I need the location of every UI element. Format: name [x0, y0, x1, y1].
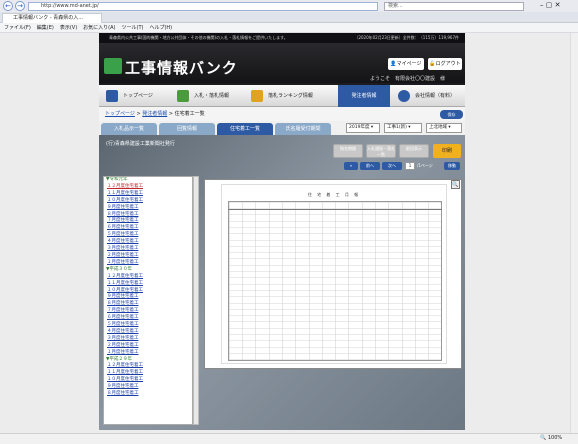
- menu-items: ファイル(F) 編集(E) 表示(V) お気に入り(A) ツール(T) ヘルプ(…: [0, 23, 172, 33]
- month-link[interactable]: １月度住宅着工: [104, 260, 192, 267]
- bid-list-button[interactable]: 入札通過・落札一覧: [366, 144, 396, 158]
- designation-button[interactable]: 指名期間: [333, 144, 363, 158]
- report-table: [228, 201, 442, 361]
- magnifier-icon[interactable]: 🔍: [451, 180, 460, 189]
- month-link[interactable]: ９月度住宅着工: [104, 205, 192, 212]
- building-icon: [398, 90, 410, 102]
- month-link[interactable]: ８月度住宅着工: [104, 391, 192, 398]
- prev-button[interactable]: 前へ: [360, 162, 380, 170]
- month-link[interactable]: ６月度住宅着工: [104, 315, 192, 322]
- nav-top[interactable]: トップページ: [101, 85, 153, 107]
- menu-view[interactable]: 表示(V): [60, 23, 77, 33]
- tab-registration[interactable]: 氏名履受付期間: [275, 123, 331, 135]
- nav-ranking[interactable]: 落札ランキング情報: [246, 85, 313, 107]
- logout-button[interactable]: 🔓ログアウト: [428, 58, 462, 70]
- welcome-text: ようこそ 有限会社〇〇建設 様: [370, 76, 446, 82]
- month-link[interactable]: ３月度住宅着工: [104, 246, 192, 253]
- zoom-icon: 🔍: [540, 435, 547, 441]
- month-link[interactable]: １１月度住宅着工: [104, 191, 192, 198]
- month-link[interactable]: １１月度住宅着工: [104, 281, 192, 288]
- month-link[interactable]: １２月度住宅着工: [104, 184, 192, 191]
- menu-help[interactable]: ヘルプ(H): [149, 23, 172, 33]
- save-button[interactable]: 保存: [440, 110, 463, 119]
- print-button[interactable]: 印刷: [433, 144, 461, 158]
- list-year-header: ▼平成３０年: [106, 266, 132, 272]
- document-title: 住 宅 着 工 月 報: [307, 192, 361, 197]
- breadcrumb-home[interactable]: トップページ: [105, 111, 135, 117]
- status-bar: [0, 433, 578, 444]
- chevron-left-icon: «: [349, 163, 353, 168]
- page-input[interactable]: 1: [405, 162, 415, 170]
- back-icon[interactable]: ←: [3, 1, 13, 11]
- tab-circulation[interactable]: 回覧情報: [159, 123, 215, 135]
- menu-tools[interactable]: ツール(T): [122, 23, 144, 33]
- year-select[interactable]: 2019年度 ▾: [346, 123, 380, 133]
- page-scrollbar[interactable]: [570, 33, 578, 433]
- document-icon: [177, 90, 189, 102]
- tab-bid-list[interactable]: 入札品示一覧: [101, 123, 157, 135]
- nav-company[interactable]: 会社情報（有料）: [393, 85, 455, 107]
- month-link[interactable]: ５月度住宅着工: [104, 322, 192, 329]
- nav-orderer[interactable]: 発注者情報: [338, 85, 390, 107]
- zoom-level[interactable]: 🔍 100%: [540, 434, 562, 443]
- window-controls[interactable]: – ▢ ✕: [540, 1, 560, 9]
- menu-favorites[interactable]: お気に入り(A): [83, 23, 115, 33]
- breadcrumb-section[interactable]: 発注者情報: [142, 111, 167, 117]
- month-link[interactable]: ２月度住宅着工: [104, 343, 192, 350]
- month-link[interactable]: １２月度住宅着工: [104, 274, 192, 281]
- tab-housing[interactable]: 住宅着工一覧: [217, 123, 273, 135]
- list-scrollbar[interactable]: [193, 176, 199, 425]
- list-year-header: ▼令和元年: [106, 177, 128, 182]
- menu-edit[interactable]: 編集(E): [37, 23, 54, 33]
- prev-page-button[interactable]: «: [344, 162, 358, 170]
- month-link[interactable]: ４月度住宅着工: [104, 329, 192, 336]
- category-select[interactable]: 工事1(新) ▾: [384, 123, 422, 133]
- breadcrumb-current: 住宅着工一覧: [174, 111, 205, 117]
- month-list: ▼令和元年 １２月度住宅着工 １１月度住宅着工 １０月度住宅着工 ９月度住宅着工 ８月度住…: [103, 176, 193, 425]
- next-button[interactable]: 次へ: [382, 162, 402, 170]
- home-icon: [106, 90, 118, 102]
- region-select[interactable]: 上北地域 ▾: [426, 123, 462, 133]
- mypage-button[interactable]: 👤マイページ: [388, 58, 424, 70]
- report-table-header: [228, 201, 442, 210]
- tagline-text: 青森県内公共工事(国的機関・地方公共団体・その他の機関)の入札・落札情報をご提供…: [109, 35, 288, 40]
- browser-tab[interactable]: 工事情報バンク - 青森県の入...: [2, 13, 102, 23]
- menu-file[interactable]: ファイル(F): [4, 23, 31, 33]
- month-link[interactable]: ２月度住宅着工: [104, 253, 192, 260]
- bar-chart-icon: [251, 90, 263, 102]
- breadcrumb: トップページ > 発注者情報 > 住宅着工一覧: [99, 107, 465, 121]
- forward-icon[interactable]: →: [15, 1, 25, 11]
- go-button[interactable]: 移動: [444, 162, 460, 170]
- publisher-label: (行)青森県建設工業新聞社発行: [106, 141, 175, 147]
- nav-bids[interactable]: 入札・落札情報: [172, 85, 229, 107]
- month-link[interactable]: １０月度住宅着工: [104, 198, 192, 205]
- site-tagline: 青森県内公共工事(国的機関・地方公共団体・その他の機関)の入札・落札情報をご提供…: [99, 33, 465, 43]
- address-bar[interactable]: http://www.md-anet.jp/: [28, 2, 378, 11]
- month-link[interactable]: ３月度住宅着工: [104, 336, 192, 343]
- browser-search-input[interactable]: 検索...: [384, 2, 524, 11]
- site-logo[interactable]: 工事情報バンク: [125, 57, 238, 78]
- logo-icon: [104, 58, 122, 74]
- previous-view-button[interactable]: 前回表示: [399, 144, 429, 158]
- update-info: （2020年02月23日更新）全件数：（115万）119,967件: [354, 35, 459, 40]
- month-link[interactable]: １月度住宅着工: [104, 350, 192, 357]
- page-total: /1ページ: [417, 163, 433, 168]
